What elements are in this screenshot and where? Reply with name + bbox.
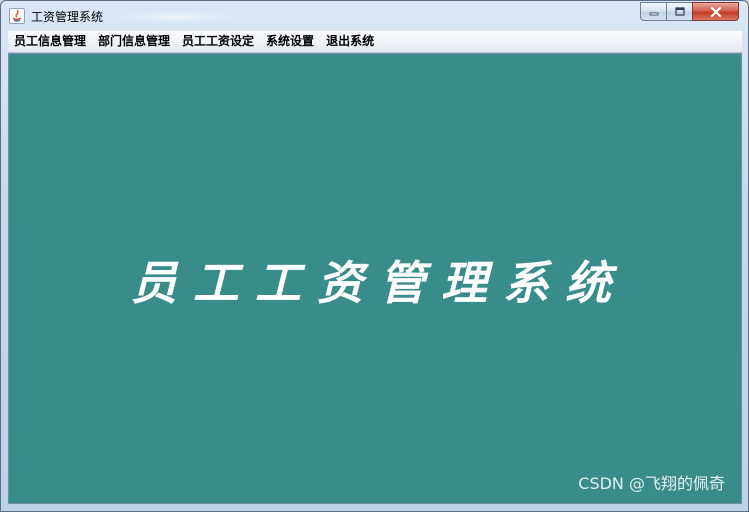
- maximize-icon: [674, 7, 685, 16]
- menu-system-settings[interactable]: 系统设置: [260, 31, 320, 52]
- csdn-watermark: CSDN @飞翔的佩奇: [578, 474, 725, 493]
- menu-salary-settings[interactable]: 员工工资设定: [176, 31, 260, 52]
- title-bar[interactable]: 工资管理系统: [1, 1, 748, 31]
- menu-employee-info[interactable]: 员工信息管理: [8, 31, 92, 52]
- title-glow: [111, 10, 241, 24]
- menu-exit-system[interactable]: 退出系统: [320, 31, 380, 52]
- close-button[interactable]: [692, 2, 739, 21]
- java-app-icon[interactable]: [9, 8, 25, 24]
- close-icon: [710, 6, 721, 17]
- menu-bar: 员工信息管理 部门信息管理 员工工资设定 系统设置 退出系统: [8, 31, 742, 53]
- minimize-button[interactable]: [640, 2, 667, 21]
- system-banner-title: 员工工资管理系统: [131, 256, 627, 310]
- main-content-panel: 员工工资管理系统 CSDN @飞翔的佩奇: [8, 53, 742, 504]
- window-title: 工资管理系统: [31, 10, 104, 24]
- maximize-button[interactable]: [666, 2, 693, 21]
- app-window: 工资管理系统 员工信息管理 部门信息管理 员工工资设定 系统设置 退出系统 员工…: [0, 0, 749, 512]
- menu-department-info[interactable]: 部门信息管理: [92, 31, 176, 52]
- minimize-icon: [649, 12, 658, 15]
